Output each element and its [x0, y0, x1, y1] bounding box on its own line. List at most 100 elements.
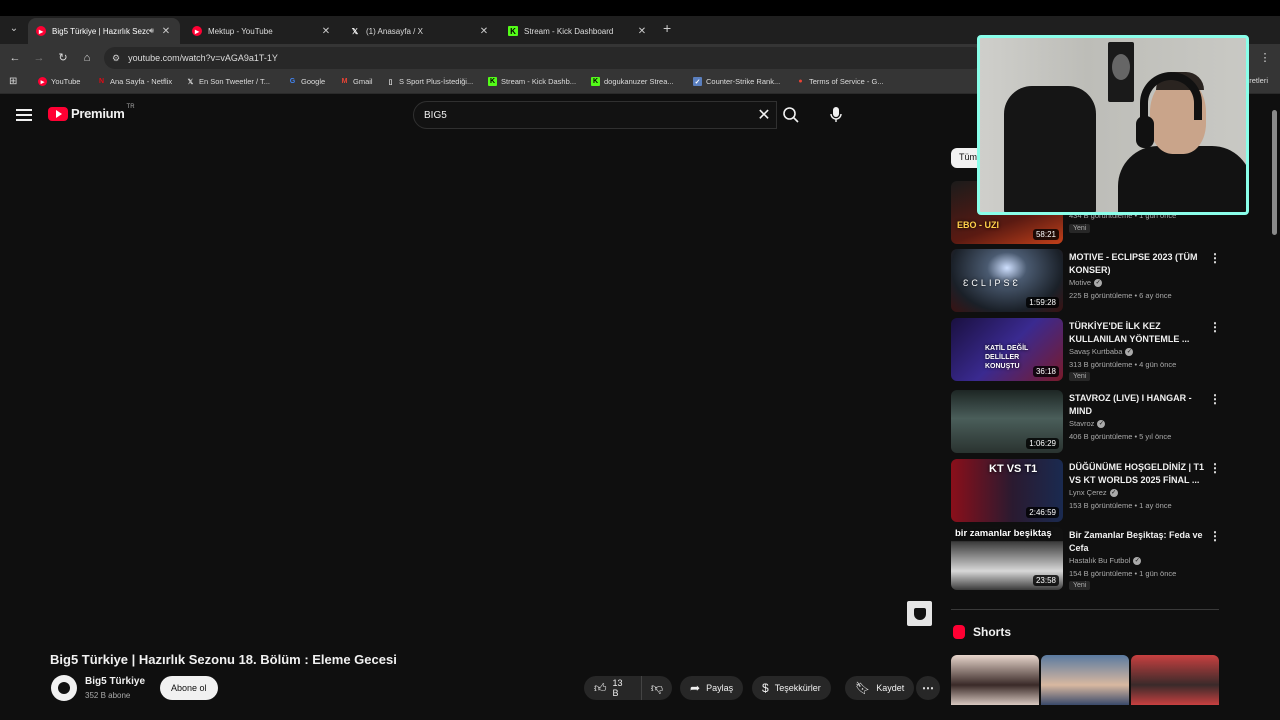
- bookmark-ssport[interactable]: ▯ S Sport Plus-İstediği...: [386, 77, 474, 86]
- search-input[interactable]: [424, 109, 752, 121]
- more-options-icon[interactable]: ⋮: [1209, 392, 1221, 406]
- tab-x[interactable]: 𝕏 (1) Anasayfa / X ✕: [342, 18, 498, 44]
- bookmark-youtube[interactable]: ▸ YouTube: [38, 77, 80, 86]
- video-title[interactable]: DÜĞÜNÜME HOŞGELDİNİZ | T1 VS KT WORLDS 2…: [1069, 461, 1205, 487]
- recommendation-item[interactable]: bir zamanlar beşiktaş 23:58 Bir Zamanlar…: [951, 527, 1221, 591]
- thanks-button[interactable]: $ Teşekkürler: [752, 676, 831, 700]
- scrollbar-thumb[interactable]: [1272, 110, 1277, 235]
- video-title[interactable]: STAVROZ (LIVE) I HANGAR - MIND: [1069, 392, 1205, 418]
- like-count: 13 B: [612, 678, 623, 698]
- tab-search-icon[interactable]: ⌄: [6, 21, 22, 37]
- bookmark-label: Stream - Kick Dashb...: [501, 77, 577, 86]
- channel-name[interactable]: Stavroz ✓: [1069, 419, 1106, 429]
- recommendation-item[interactable]: ƐCLIPSƐ 1:59:28 MOTIVE - ECLIPSE 2023 (T…: [951, 249, 1221, 313]
- subscribe-button[interactable]: Abone ol: [160, 676, 218, 700]
- video-title[interactable]: Bir Zamanlar Beşiktaş: Feda ve Cefa: [1069, 529, 1205, 555]
- close-icon[interactable]: ✕: [478, 26, 490, 37]
- bookmark-netflix[interactable]: N Ana Sayfa - Netflix: [97, 77, 172, 86]
- bookmark-kick-2[interactable]: Kdogukanuzer Strea...: [591, 77, 674, 86]
- bookmark-icon: 🔖︎: [855, 681, 871, 695]
- subscriber-count: 352 B abone: [85, 691, 131, 700]
- more-options-icon[interactable]: ⋮: [1209, 529, 1221, 543]
- netflix-icon: N: [98, 78, 105, 85]
- video-thumbnail[interactable]: KT VS T1 2:46:59: [951, 459, 1063, 522]
- video-title: Big5 Türkiye | Hazırlık Sezonu 18. Bölüm…: [50, 652, 397, 667]
- video-thumbnail[interactable]: ƐCLIPSƐ 1:59:28: [951, 249, 1063, 312]
- kick-icon: K: [488, 77, 497, 86]
- more-actions-button[interactable]: ⋯: [916, 676, 940, 700]
- youtube-premium-logo[interactable]: Premium TR: [48, 103, 135, 121]
- bookmark-gmail[interactable]: M Gmail: [340, 77, 373, 86]
- verified-icon: ✓: [1133, 557, 1142, 566]
- channel-watermark-icon[interactable]: [907, 601, 932, 626]
- video-thumbnail[interactable]: 1:06:29: [951, 390, 1063, 453]
- close-icon[interactable]: ✕: [320, 26, 332, 37]
- bookmark-google[interactable]: G Google: [288, 77, 325, 86]
- apps-grid-icon[interactable]: ⊞: [9, 76, 17, 87]
- channel-name[interactable]: Lynx Çerez ✓: [1069, 488, 1118, 498]
- bookmark-overflow[interactable]: retleri: [1249, 76, 1268, 85]
- video-thumbnail[interactable]: KATİL DEĞİL DELİLLER KONUŞTU 36:18: [951, 318, 1063, 381]
- bookmark-label: S Sport Plus-İstediği...: [399, 77, 474, 86]
- video-thumbnail[interactable]: bir zamanlar beşiktaş 23:58: [951, 527, 1063, 590]
- more-options-icon[interactable]: ⋮: [1209, 251, 1221, 265]
- clear-search-icon[interactable]: ✕: [752, 105, 776, 125]
- bookmark-x[interactable]: 𝕏 En Son Tweetler / T...: [186, 77, 270, 86]
- duration-badge: 1:06:29: [1026, 438, 1059, 449]
- tab-mektup[interactable]: ▸ Mektup - YouTube ✕: [184, 18, 340, 44]
- channel-name[interactable]: Hastalık Bu Futbol ✓: [1069, 556, 1142, 566]
- browser-menu-icon[interactable]: ⋮: [1257, 50, 1273, 66]
- video-meta: 406 B görüntüleme • 5 yıl önce: [1069, 432, 1172, 441]
- dislike-button[interactable]: 👎︎: [642, 676, 672, 700]
- channel-name[interactable]: Savaş Kurtbaba ✓: [1069, 347, 1134, 357]
- thumbnail-text: bir zamanlar beşiktaş: [955, 528, 1052, 539]
- new-tab-button[interactable]: +: [663, 20, 671, 36]
- site-info-icon[interactable]: ⚙︎: [112, 53, 120, 64]
- like-button[interactable]: 👍︎ 13 B: [584, 676, 643, 700]
- bookmark-label: YouTube: [51, 77, 81, 86]
- short-thumbnail[interactable]: [1131, 655, 1219, 705]
- reload-icon[interactable]: ↻: [55, 50, 71, 66]
- bookmark-terms[interactable]: ● Terms of Service - G...: [796, 77, 883, 86]
- short-thumbnail[interactable]: [1041, 655, 1129, 705]
- map-pin-icon: ●: [798, 78, 803, 85]
- video-title[interactable]: MOTIVE - ECLIPSE 2023 (TÜM KONSER): [1069, 251, 1205, 277]
- channel-name[interactable]: Motive ✓: [1069, 278, 1103, 288]
- tab-kick[interactable]: K Stream - Kick Dashboard ✕: [500, 18, 656, 44]
- video-title[interactable]: TÜRKİYE'DE İLK KEZ KULLANILAN YÖNTEMLE .…: [1069, 320, 1205, 346]
- speaker-icon[interactable]: 🔊︎: [149, 26, 154, 36]
- more-options-icon[interactable]: ⋮: [1209, 461, 1221, 475]
- share-button[interactable]: ➦ Paylaş: [680, 676, 744, 700]
- recommendation-item[interactable]: KATİL DEĞİL DELİLLER KONUŞTU 36:18 TÜRKİ…: [951, 318, 1221, 382]
- bookmark-cs[interactable]: ✓ Counter-Strike Rank...: [693, 77, 780, 86]
- duration-badge: 2:46:59: [1026, 507, 1059, 518]
- short-thumbnail[interactable]: [951, 655, 1039, 705]
- channel-name[interactable]: Big5 Türkiye: [85, 676, 145, 687]
- voice-search-button[interactable]: [823, 102, 849, 128]
- forward-icon[interactable]: →: [31, 50, 47, 66]
- youtube-icon: ▸: [36, 26, 46, 36]
- tab-big5[interactable]: ▸ Big5 Türkiye | Hazırlık Sezon 🔊︎ ✕: [28, 18, 180, 44]
- close-icon[interactable]: ✕: [160, 26, 172, 37]
- search-icon: [783, 107, 799, 123]
- cs-icon: ✓: [693, 77, 702, 86]
- thumbnail-text: KT VS T1: [989, 463, 1038, 475]
- logo-country: TR: [126, 103, 135, 110]
- recommendation-item[interactable]: 1:06:29 STAVROZ (LIVE) I HANGAR - MIND S…: [951, 390, 1221, 454]
- menu-icon[interactable]: [16, 106, 32, 124]
- close-icon[interactable]: ✕: [636, 26, 648, 37]
- bookmark-kick[interactable]: K Stream - Kick Dashb...: [488, 77, 576, 86]
- home-icon[interactable]: ⌂: [79, 50, 95, 66]
- channel-label: Hastalık Bu Futbol: [1069, 556, 1131, 565]
- channel-label: Savaş Kurtbaba: [1069, 347, 1123, 356]
- search-button[interactable]: [777, 101, 805, 129]
- save-button[interactable]: 🔖︎ Kaydet: [845, 676, 915, 700]
- gaming-chair: [1004, 86, 1096, 212]
- url-field[interactable]: ⚙︎ youtube.com/watch?v=vAGA9a1T-1Y: [104, 47, 984, 69]
- more-options-icon[interactable]: ⋮: [1209, 320, 1221, 334]
- back-icon[interactable]: ←: [7, 50, 23, 66]
- channel-avatar[interactable]: [51, 675, 77, 701]
- recommendation-item[interactable]: KT VS T1 2:46:59 DÜĞÜNÜME HOŞGELDİNİZ | …: [951, 459, 1221, 523]
- new-badge: Yeni: [1069, 372, 1091, 381]
- thanks-label: Teşekkürler: [774, 683, 821, 693]
